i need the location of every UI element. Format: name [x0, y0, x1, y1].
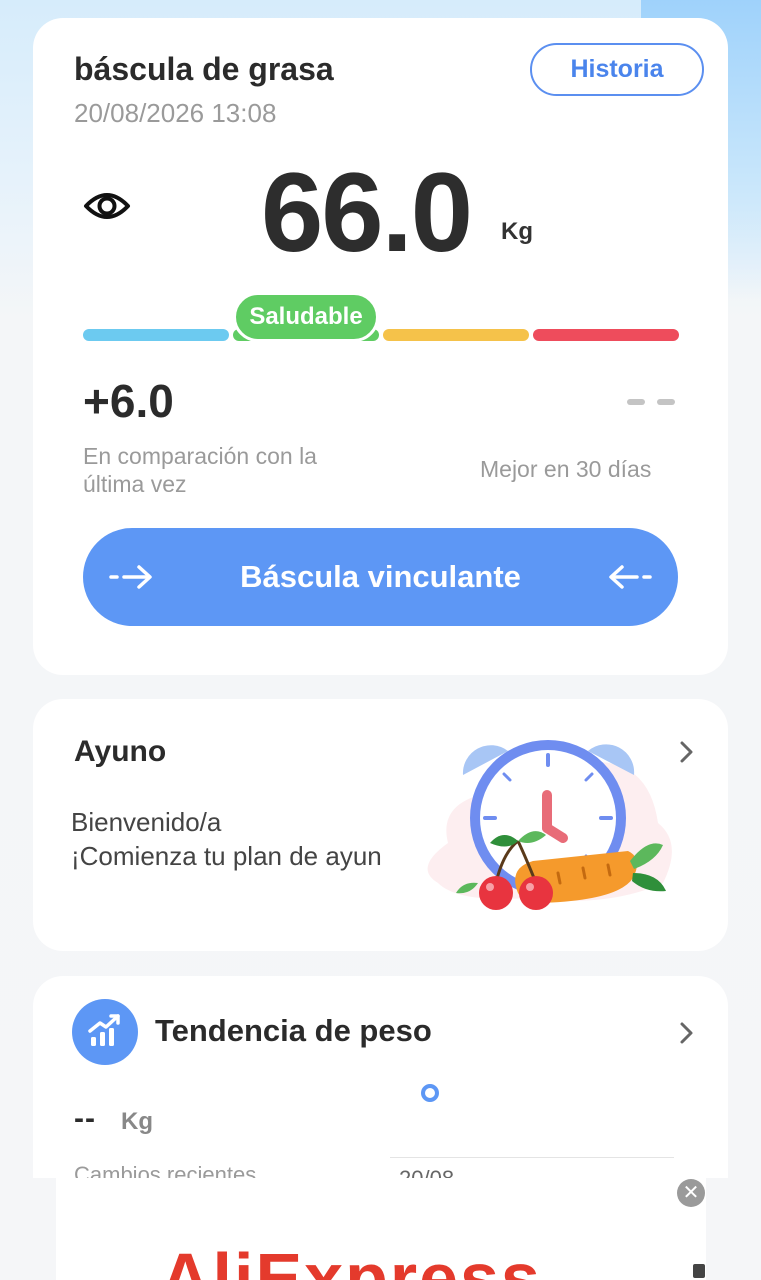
arrow-right-icon [109, 565, 152, 589]
scale-title: báscula de grasa [74, 51, 334, 87]
trend-chart-icon [72, 999, 138, 1065]
scale-card: báscula de grasa 20/08/2026 13:08 Histor… [33, 18, 728, 675]
weight-value: 66.0 [261, 150, 473, 275]
bind-scale-label: Báscula vinculante [240, 559, 521, 594]
ad-close-button[interactable]: ✕ [677, 1179, 705, 1207]
arrow-left-icon [609, 565, 652, 589]
best-30-days-label: Mejor en 30 días [480, 456, 652, 482]
weight-delta: +6.0 [83, 375, 174, 427]
trend-weight-unit: Kg [121, 1108, 153, 1135]
trend-date-label: 20/08 [399, 1166, 454, 1178]
trend-weight-value: -- [74, 1102, 96, 1135]
ad-brand-logo: AliExpress [160, 1239, 542, 1280]
chevron-right-icon[interactable] [677, 1020, 697, 1046]
measurement-datetime: 20/08/2026 13:08 [74, 98, 277, 128]
range-bar-very-high [533, 329, 679, 341]
fasting-plan-text: ¡Comienza tu plan de ayun [71, 841, 382, 871]
fasting-title: Ayuno [74, 735, 167, 768]
chevron-right-icon[interactable] [677, 739, 697, 765]
history-button[interactable]: Historia [530, 43, 704, 96]
ad-banner[interactable]: AliExpress [56, 1178, 706, 1280]
range-bar-high [383, 329, 529, 341]
range-bar-low [83, 329, 229, 341]
weight-trend-card[interactable]: Tendencia de peso -- Kg Cambios reciente… [33, 976, 728, 1178]
trend-chart-axis [390, 1157, 674, 1158]
recent-changes-label: Cambios recientes [74, 1162, 257, 1178]
weight-trend-title: Tendencia de peso [155, 1013, 432, 1048]
fasting-message: Bienvenido/a ¡Comienza tu plan de ayun [71, 805, 382, 873]
best-value-placeholder [627, 399, 675, 405]
status-badge: Saludable [233, 292, 379, 342]
compare-label: En comparación con la última vez [83, 443, 317, 497]
eye-icon[interactable] [83, 186, 131, 226]
fasting-card[interactable]: Ayuno Bienvenido/a ¡Comienza tu plan de … [33, 699, 728, 951]
fasting-welcome: Bienvenido/a [71, 807, 222, 837]
ad-info-icon[interactable] [693, 1264, 705, 1278]
bind-scale-button[interactable]: Báscula vinculante [83, 528, 678, 626]
weight-unit: Kg [501, 218, 533, 245]
trend-chart-point [421, 1084, 439, 1102]
alarm-clock-illustration [427, 740, 672, 910]
